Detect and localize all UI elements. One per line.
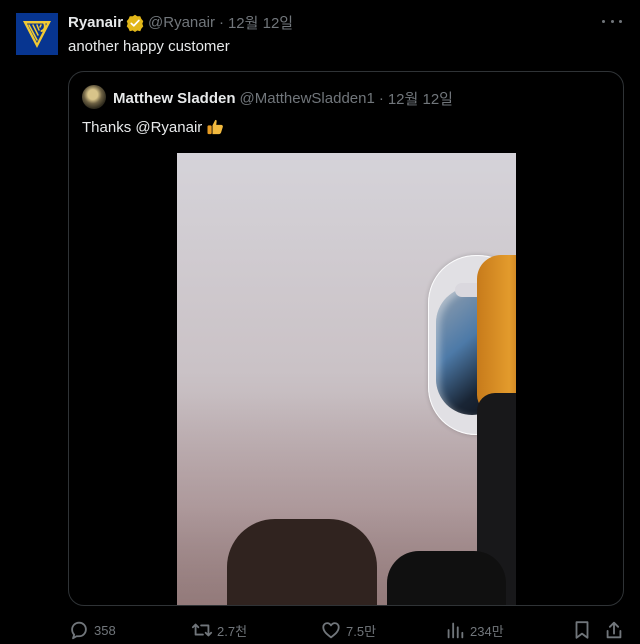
more-options-icon[interactable] (602, 14, 622, 28)
seat-headrest (477, 255, 516, 413)
share-icon (606, 621, 622, 639)
post-text: another happy customer (68, 38, 230, 55)
repost-button[interactable]: 2.7천 (191, 619, 247, 641)
repost-icon (191, 623, 213, 637)
quote-separator-dot: · (378, 90, 384, 107)
post-timestamp[interactable]: 12월 12일 (228, 12, 293, 33)
quote-author-name[interactable]: Matthew Sladden (113, 90, 236, 107)
post-actions: 358 2.7천 7.5만 234만 (68, 619, 626, 643)
repost-count: 2.7천 (217, 623, 248, 639)
quoted-post[interactable]: Matthew Sladden @MatthewSladden1 · 12월 1… (68, 71, 624, 606)
heart-icon (322, 622, 340, 639)
views-icon (447, 622, 464, 639)
passenger-sleeve (227, 519, 377, 605)
views-button[interactable]: 234만 (444, 619, 504, 641)
bookmark-button[interactable] (571, 619, 593, 641)
ryanair-harp-logo-icon (23, 21, 51, 48)
like-count: 7.5만 (346, 623, 377, 639)
quote-timestamp[interactable]: 12월 12일 (388, 88, 453, 109)
thumbs-up-icon (205, 117, 225, 137)
quote-text-label: Thanks @Ryanair (82, 118, 203, 136)
dark-bag (387, 551, 506, 605)
reply-button[interactable]: 358 (68, 619, 116, 641)
more-dot (602, 19, 605, 23)
bookmark-icon (575, 621, 589, 639)
views-count: 234만 (470, 623, 504, 639)
author-handle[interactable]: @Ryanair (148, 14, 215, 31)
quote-text: Thanks @Ryanair (82, 117, 225, 137)
separator-dot: · (218, 14, 224, 31)
quote-media-airplane-window-image[interactable] (177, 153, 516, 605)
like-button[interactable]: 7.5만 (320, 619, 376, 641)
post-header: Ryanair @Ryanair · 12월 12일 (68, 12, 293, 33)
quote-avatar[interactable] (82, 85, 106, 109)
more-dot (610, 19, 614, 23)
tweet-post: Ryanair @Ryanair · 12월 12일 another happy… (0, 0, 640, 644)
ryanair-avatar[interactable] (16, 13, 58, 55)
author-name[interactable]: Ryanair (68, 14, 123, 31)
quote-author-handle[interactable]: @MatthewSladden1 (240, 90, 375, 107)
share-button[interactable] (603, 619, 625, 641)
quote-header: Matthew Sladden @MatthewSladden1 · 12월 1… (113, 88, 453, 109)
reply-icon (71, 621, 87, 640)
more-dot (619, 19, 622, 23)
verified-badge-icon[interactable] (126, 14, 144, 32)
reply-count: 358 (94, 622, 116, 638)
